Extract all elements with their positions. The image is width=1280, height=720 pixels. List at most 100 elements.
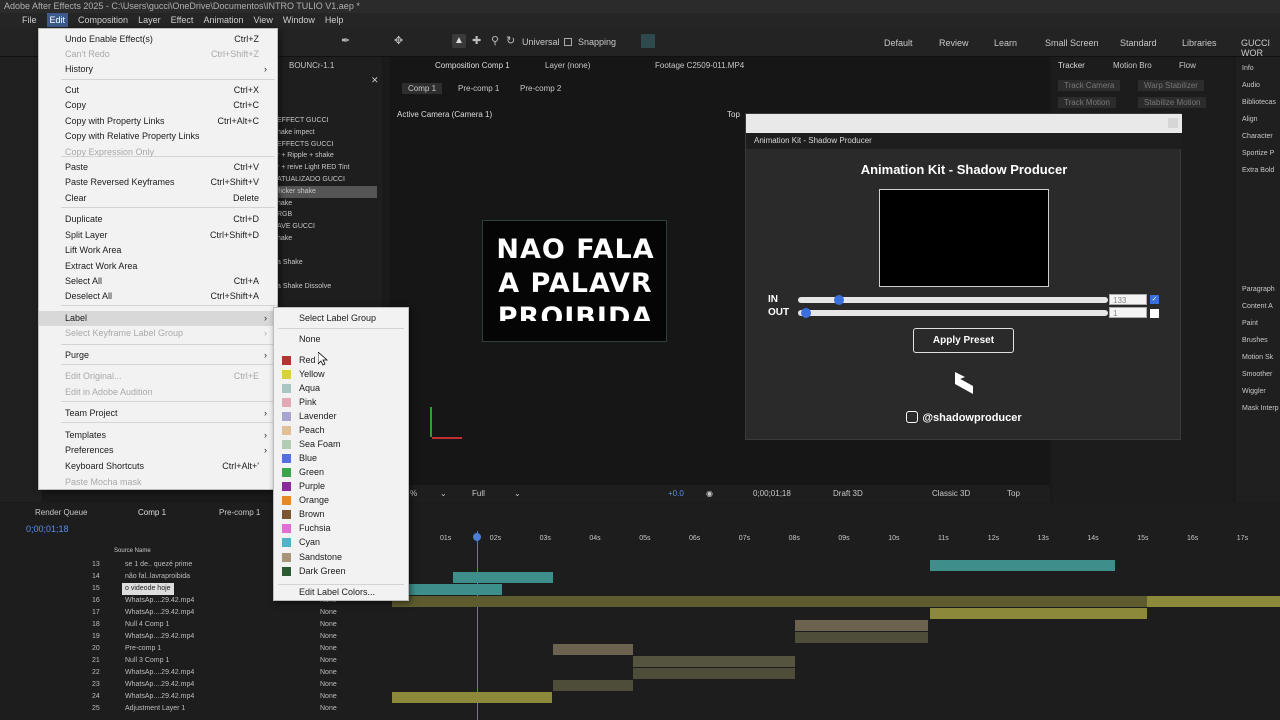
edit-menu-item-history[interactable]: History › [39,62,277,77]
panel-mask-interpolation-tab[interactable]: Mask Interp [1242,400,1279,417]
zoom-tool-icon[interactable]: ⚲ [491,34,499,47]
table-row[interactable]: 18 Null 4 Comp 1 None [0,619,392,631]
workspace-gucci[interactable]: GUCCI WOR [1241,38,1280,58]
layer-bar[interactable] [795,632,928,643]
edit-menu-item-cut[interactable]: Cut Ctrl+X [39,83,277,98]
table-row[interactable]: 20 Pre-comp 1 None [0,643,392,655]
effects-item[interactable]: EFFECT GUCCI [277,115,377,127]
panel-brushes-tab[interactable]: Brushes [1242,332,1279,349]
breadcrumb-pre-comp-2[interactable]: Pre-comp 2 [520,84,561,93]
label-color-purple[interactable]: Purple [274,479,408,493]
timeline-timecode[interactable]: 0;00;01;18 [26,524,69,534]
edit-menu-item-duplicate[interactable]: Duplicate Ctrl+D [39,212,277,227]
effects-tab[interactable]: BOUNCr-1.1 [289,61,334,70]
menu-file[interactable]: File [22,13,37,27]
effects-item[interactable]: EFFECTS GUCCI [277,139,377,151]
table-row[interactable]: 22 WhatsAp....29.42.mp4 None [0,667,392,679]
effects-item[interactable]: hake [277,233,377,245]
edit-menu-item-copy-with-relative-property-links[interactable]: Copy with Relative Property Links [39,129,277,144]
track-camera-button[interactable]: Track Camera [1058,80,1121,91]
label-color-peach[interactable]: Peach [274,423,408,437]
workspace-review[interactable]: Review [939,38,969,48]
tab-render-queue[interactable]: Render Queue [35,508,87,517]
shape-tool-icon[interactable] [641,34,655,48]
current-timecode[interactable]: 0;00;01;18 [753,485,791,502]
out-slider[interactable] [798,308,1108,318]
layer-bar[interactable] [1147,596,1280,607]
in-value-field[interactable]: 133 [1109,294,1147,305]
panel-paint-tab[interactable]: Paint [1242,315,1279,332]
menu-edit[interactable]: Edit [46,13,69,27]
label-none-item[interactable]: None [274,332,408,346]
font-style-field[interactable]: Extra Bold [1242,162,1279,179]
panel-content-tab[interactable]: Content A [1242,298,1279,315]
effects-item[interactable]: RGB [277,209,377,221]
label-color-cyan[interactable]: Cyan [274,535,408,549]
snapping-checkbox[interactable] [564,38,572,46]
panel-audio-tab[interactable]: Audio [1242,77,1279,94]
breadcrumb-pre-comp-1[interactable]: Pre-comp 1 [458,84,499,93]
layer-bar[interactable] [633,656,795,667]
out-checkbox[interactable] [1150,309,1159,318]
effects-item[interactable]: a Shake [277,257,377,269]
layer-bar[interactable] [453,572,553,583]
out-value-field[interactable]: 1 [1109,307,1147,318]
label-color-aqua[interactable]: Aqua [274,381,408,395]
tab-layer[interactable]: Layer (none) [545,61,590,70]
effects-item[interactable]: a Shake Dissolve [277,281,377,293]
breadcrumb-comp-1[interactable]: Comp 1 [402,83,443,94]
label-color-red[interactable]: Red [274,353,408,367]
label-color-dark-green[interactable]: Dark Green [274,564,408,578]
comp-preview[interactable]: NAO FALA A PALAVR PROIBIDA [482,220,667,342]
exposure-value[interactable]: +0.0 [668,485,684,502]
label-color-orange[interactable]: Orange [274,493,408,507]
label-color-pink[interactable]: Pink [274,395,408,409]
edit-menu-item-label[interactable]: Label › [39,311,277,326]
kit-window-titlebar[interactable] [746,114,1182,133]
layer-bar[interactable] [553,680,633,691]
tab-tracker[interactable]: Tracker [1058,61,1085,70]
edit-menu-item-paste-reversed-keyframes[interactable]: Paste Reversed Keyframes Ctrl+Shift+V [39,175,277,190]
panel-motion-sketch-tab[interactable]: Motion Sk [1242,349,1279,366]
layer-bar[interactable] [795,620,928,631]
panel-align-tab[interactable]: Align [1242,111,1279,128]
tab-composition[interactable]: Composition Comp 1 [435,61,510,70]
tab-motion-bro[interactable]: Motion Bro [1113,61,1152,70]
apply-preset-button[interactable]: Apply Preset [913,328,1014,353]
layer-bar[interactable] [392,692,552,703]
playhead-handle[interactable] [473,533,481,541]
panel-info-tab[interactable]: Info [1242,60,1279,77]
snapping-label[interactable]: Snapping [578,37,616,47]
effects-item[interactable]: flicker shake [277,185,377,198]
camera-snapshot-icon[interactable]: ◉ [706,485,713,502]
in-slider[interactable] [798,295,1108,305]
table-row[interactable]: 23 WhatsAp....29.42.mp4 None [0,679,392,691]
table-row[interactable]: 17 WhatsAp....29.42.mp4 None [0,607,392,619]
edit-menu-item-deselect-all[interactable]: Deselect All Ctrl+Shift+A [39,289,277,304]
workspace-learn[interactable]: Learn [994,38,1017,48]
pen-tool-icon[interactable]: ✒ [341,34,350,47]
effects-item[interactable]: hake impect [277,127,377,139]
menu-window[interactable]: Window [283,13,315,27]
tab-comp-1[interactable]: Comp 1 [138,508,166,517]
layer-bar[interactable] [553,644,633,655]
draft-3d-toggle[interactable]: Draft 3D [833,485,863,502]
menu-composition[interactable]: Composition [78,13,128,27]
effects-item[interactable]: hake [277,198,377,210]
close-icon[interactable]: ✕ [371,75,379,86]
tab-flow[interactable]: Flow [1179,61,1196,70]
warp-stabilizer-button[interactable]: Warp Stabilizer [1138,80,1204,91]
effects-item[interactable]: r + Ripple + shake [277,150,377,162]
layer-bar[interactable] [930,608,1147,619]
label-color-yellow[interactable]: Yellow [274,367,408,381]
label-color-sandstone[interactable]: Sandstone [274,550,408,564]
effects-item[interactable]: ATUALIZADO GUCCI [277,174,377,186]
select-label-group-item[interactable]: Select Label Group [274,311,408,325]
renderer-dropdown[interactable]: Classic 3D [932,485,970,502]
label-color-blue[interactable]: Blue [274,451,408,465]
edit-menu-item-paste[interactable]: Paste Ctrl+V [39,160,277,175]
label-color-brown[interactable]: Brown [274,507,408,521]
font-family-field[interactable]: Sportize P [1242,145,1279,162]
edit-menu-item-team-project[interactable]: Team Project › [39,406,277,421]
puppet-tool-icon[interactable]: ✥ [394,34,403,47]
